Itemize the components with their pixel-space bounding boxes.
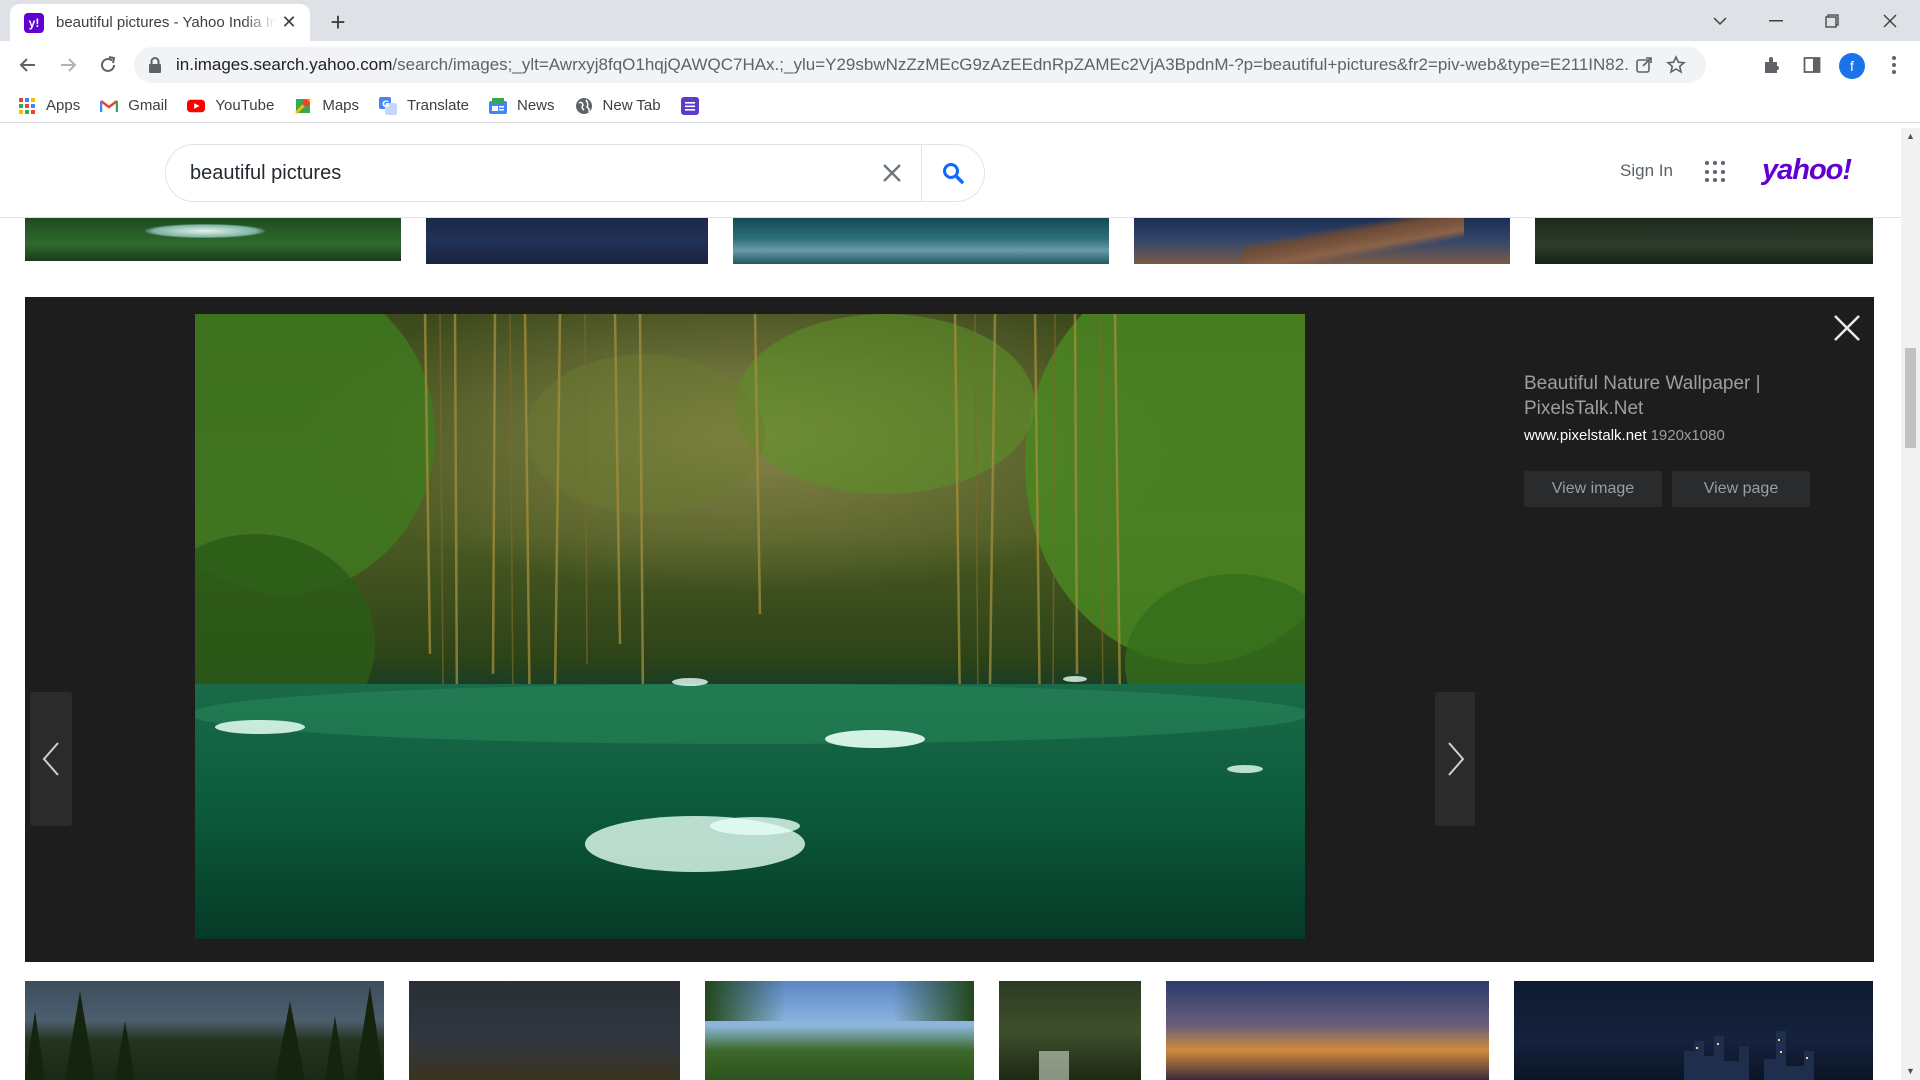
minimize-icon[interactable] [1748, 0, 1804, 41]
bookmark-label: YouTube [215, 97, 275, 114]
profile-avatar[interactable]: f [1839, 53, 1865, 79]
side-panel-icon[interactable] [1796, 49, 1828, 81]
bookmark-label: Apps [46, 97, 81, 114]
chevron-left-icon [42, 742, 59, 776]
image-thumbnail[interactable] [1535, 218, 1873, 264]
lock-icon[interactable] [148, 57, 162, 73]
extensions-icon[interactable] [1756, 49, 1788, 81]
tab-close-icon[interactable]: ✕ [278, 12, 300, 34]
previous-image-button[interactable] [30, 692, 72, 826]
bookmark-news[interactable]: News [489, 97, 555, 115]
search-box[interactable]: beautiful pictures [165, 144, 985, 202]
image-thumbnail[interactable] [25, 981, 384, 1080]
next-image-button[interactable] [1435, 692, 1477, 826]
gmail-icon [100, 97, 119, 115]
yahoo-logo[interactable]: yahoo! [1762, 154, 1852, 187]
clear-search-icon[interactable] [862, 144, 922, 202]
menu-kebab-icon[interactable] [1878, 49, 1910, 81]
image-dimensions: 1920x1080 [1650, 427, 1725, 444]
image-thumbnail[interactable] [733, 218, 1109, 264]
chevron-right-icon [1448, 742, 1465, 776]
image-thumbnail[interactable] [1134, 218, 1510, 264]
tab-search-icon[interactable] [1692, 0, 1748, 41]
news-icon [489, 97, 507, 115]
restore-icon[interactable] [1804, 0, 1860, 41]
tab-title: beautiful pictures - Yahoo India Image S… [56, 14, 276, 31]
bookmark-label: Gmail [128, 97, 168, 114]
preview-image[interactable] [195, 314, 1305, 939]
scrollbar-thumb[interactable] [1905, 348, 1916, 448]
yahoo-header: beautiful pictures Sign In yahoo! [0, 128, 1901, 218]
sign-in-link[interactable]: Sign In [1620, 161, 1673, 181]
bookmark-label: Maps [322, 97, 360, 114]
address-bar[interactable]: in.images.search.yahoo.com/search/images… [134, 47, 1706, 83]
search-icon[interactable] [922, 144, 984, 202]
youtube-icon [187, 97, 206, 115]
browser-toolbar: in.images.search.yahoo.com/search/images… [0, 41, 1920, 89]
share-icon[interactable] [1628, 49, 1660, 81]
search-input[interactable]: beautiful pictures [190, 162, 862, 185]
translate-icon: G [379, 96, 398, 115]
new-tab-icon[interactable]: + [324, 7, 352, 37]
image-thumbnail[interactable] [1166, 981, 1489, 1080]
apps-grid-icon [18, 97, 36, 115]
scroll-up-icon[interactable]: ▲ [1906, 131, 1915, 141]
maps-icon [294, 97, 312, 115]
page-viewport: beautiful pictures Sign In yahoo! Beauti… [0, 128, 1901, 1080]
bookmark-label: New Tab [602, 97, 661, 114]
browser-tab[interactable]: y! beautiful pictures - Yahoo India Imag… [10, 4, 310, 41]
lightbox-close-icon[interactable] [1830, 311, 1864, 345]
image-thumbnail[interactable] [25, 218, 401, 266]
yahoo-favicon-icon: y! [24, 12, 44, 33]
scroll-down-icon[interactable]: ▼ [1906, 1066, 1915, 1076]
image-thumbnail[interactable] [426, 218, 708, 264]
image-thumbnail[interactable] [1514, 981, 1873, 1080]
image-source: www.pixelstalk.net 1920x1080 [1524, 427, 1725, 444]
view-image-button[interactable]: View image [1524, 471, 1662, 507]
source-domain[interactable]: www.pixelstalk.net [1524, 427, 1647, 444]
image-lightbox: Beautiful Nature Wallpaper | PixelsTalk.… [25, 297, 1874, 962]
window-close-icon[interactable] [1862, 0, 1918, 41]
bookmark-apps[interactable]: Apps [18, 97, 80, 115]
url-path: /search/images;_ylt=Awrxyj8fqO1hqjQAWQC7… [392, 55, 1628, 74]
image-thumbnail[interactable] [999, 981, 1141, 1080]
bookmark-gmail[interactable]: Gmail [100, 97, 167, 115]
forward-icon[interactable] [52, 49, 84, 81]
image-title[interactable]: Beautiful Nature Wallpaper | PixelsTalk.… [1524, 371, 1824, 421]
image-thumbnail[interactable] [705, 981, 974, 1080]
view-page-button[interactable]: View page [1672, 471, 1810, 507]
list-app-icon [680, 96, 699, 115]
yahoo-apps-icon[interactable] [1705, 161, 1727, 183]
bookmark-translate[interactable]: G Translate [379, 96, 469, 115]
globe-icon [575, 97, 593, 115]
bookmark-youtube[interactable]: YouTube [187, 97, 274, 115]
bookmark-star-icon[interactable] [1660, 49, 1692, 81]
bookmark-new-tab[interactable]: New Tab [575, 97, 661, 115]
bookmark-maps[interactable]: Maps [294, 97, 359, 115]
bookmarks-bar: Apps Gmail YouTube Maps G Translate News [0, 89, 1920, 123]
url-text[interactable]: in.images.search.yahoo.com/search/images… [176, 55, 1628, 75]
image-thumbnail[interactable] [409, 981, 680, 1080]
svg-text:G: G [382, 100, 389, 110]
tab-strip: y! beautiful pictures - Yahoo India Imag… [0, 0, 1920, 41]
bookmark-extension[interactable] [680, 96, 709, 115]
page-scrollbar[interactable]: ▲ ▼ [1901, 128, 1920, 1080]
bookmark-label: Translate [407, 97, 469, 114]
bookmark-label: News [517, 97, 555, 114]
back-icon[interactable] [12, 49, 44, 81]
reload-icon[interactable] [92, 49, 124, 81]
url-host: in.images.search.yahoo.com [176, 55, 393, 74]
